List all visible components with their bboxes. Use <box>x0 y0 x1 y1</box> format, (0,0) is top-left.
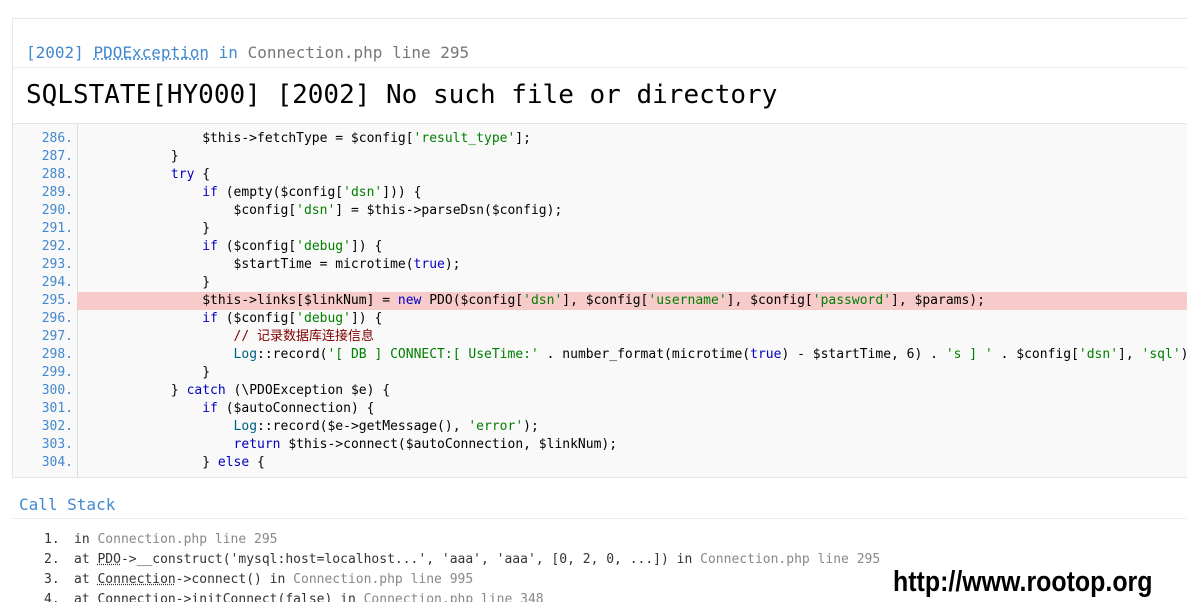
info-divider <box>13 67 1187 68</box>
exception-class-link[interactable]: PDOException <box>93 43 209 62</box>
source-line: 296. if ($config['debug']) { <box>13 310 1187 328</box>
line-number: 302. <box>13 418 77 436</box>
source-line: 303. return $this->connect($autoConnecti… <box>13 436 1187 454</box>
line-number: 299. <box>13 364 77 382</box>
line-number: 303. <box>13 436 77 454</box>
in-label: in <box>218 43 238 62</box>
call-stack-item: 1. in Connection.php line 295 <box>44 530 1184 550</box>
line-code: } <box>77 275 211 290</box>
line-number: 287. <box>13 148 77 166</box>
source-line: 291. } <box>13 220 1187 238</box>
stack-number: 3. <box>44 572 60 587</box>
exception-panel: [2002] PDOException in Connection.php li… <box>12 18 1187 478</box>
exception-message: SQLSTATE[HY000] [2002] No such file or d… <box>26 80 778 110</box>
line-number: 293. <box>13 256 77 274</box>
source-line: 301. if ($autoConnection) { <box>13 400 1187 418</box>
line-code: if ($config['debug']) { <box>202 239 383 254</box>
source-line: 302. Log::record($e->getMessage(), 'erro… <box>13 418 1187 436</box>
stack-class-link[interactable]: Connection <box>97 592 175 602</box>
source-line: 294. } <box>13 274 1187 292</box>
source-line: 297. // 记录数据库连接信息 <box>13 328 1187 346</box>
line-code: return $this->connect($autoConnection, $… <box>233 437 618 452</box>
line-number: 286. <box>13 130 77 148</box>
source-line: 293. $startTime = microtime(true); <box>13 256 1187 274</box>
call-stack-divider <box>12 518 1187 519</box>
stack-file[interactable]: Connection.php line 348 <box>364 592 544 602</box>
source-line: 286. $this->fetchType = $config['result_… <box>13 130 1187 148</box>
line-code: $config['dsn'] = $this->parseDsn($config… <box>77 203 563 218</box>
source-line: 304. } else { <box>13 454 1187 472</box>
line-code: if ($autoConnection) { <box>202 401 375 416</box>
source-line: 289. if (empty($config['dsn'])) { <box>13 184 1187 202</box>
stack-file[interactable]: Connection.php line 295 <box>97 532 277 547</box>
line-code: } else { <box>77 455 265 470</box>
line-code: // 记录数据库连接信息 <box>233 329 375 344</box>
line-number: 298. <box>13 346 77 364</box>
line-code: $startTime = microtime(true); <box>77 257 461 272</box>
stack-file[interactable]: Connection.php line 295 <box>700 552 880 567</box>
source-line: 288. try { <box>13 166 1187 184</box>
source-code-block: 286. $this->fetchType = $config['result_… <box>13 123 1187 477</box>
source-line: 298. Log::record('[ DB ] CONNECT:[ UseTi… <box>13 346 1187 364</box>
error-code: [2002] <box>26 43 84 62</box>
line-code: } <box>77 149 179 164</box>
source-line: 295. $this->links[$linkNum] = new PDO($c… <box>13 292 1187 310</box>
line-code: try { <box>170 167 211 182</box>
stack-class-link[interactable]: PDO <box>97 552 120 567</box>
line-code: if ($config['debug']) { <box>202 311 383 326</box>
line-code: $this->links[$linkNum] = new PDO($config… <box>77 293 985 308</box>
line-code: Log::record('[ DB ] CONNECT:[ UseTime:' … <box>233 347 1187 362</box>
line-code: } <box>77 221 211 236</box>
stack-number: 2. <box>44 552 60 567</box>
line-number: 300. <box>13 382 77 400</box>
line-number: 292. <box>13 238 77 256</box>
source-line: 300. } catch (\PDOException $e) { <box>13 382 1187 400</box>
stack-file[interactable]: Connection.php line 995 <box>293 572 473 587</box>
line-number: 296. <box>13 310 77 328</box>
stack-class-link[interactable]: Connection <box>97 572 175 587</box>
watermark: http://www.rootop.org <box>893 566 1153 598</box>
line-code: if (empty($config['dsn'])) { <box>202 185 422 200</box>
line-code: } catch (\PDOException $e) { <box>77 383 391 398</box>
line-number: 304. <box>13 454 77 472</box>
line-number: 295. <box>13 292 77 310</box>
source-line: 290. $config['dsn'] = $this->parseDsn($c… <box>13 202 1187 220</box>
line-code: $this->fetchType = $config['result_type'… <box>77 131 531 146</box>
line-number: 288. <box>13 166 77 184</box>
line-code: } <box>77 365 211 380</box>
line-number: 290. <box>13 202 77 220</box>
call-stack-title: Call Stack <box>19 495 116 514</box>
line-number: 297. <box>13 328 77 346</box>
exception-info: [2002] PDOException in Connection.php li… <box>13 41 1187 65</box>
source-line: 299. } <box>13 364 1187 382</box>
stack-number: 1. <box>44 532 60 547</box>
stack-number: 4. <box>44 592 60 602</box>
source-line: 292. if ($config['debug']) { <box>13 238 1187 256</box>
line-number: 291. <box>13 220 77 238</box>
line-number: 294. <box>13 274 77 292</box>
line-number: 301. <box>13 400 77 418</box>
line-number: 289. <box>13 184 77 202</box>
source-line: 287. } <box>13 148 1187 166</box>
exception-file[interactable]: Connection.php line 295 <box>248 43 470 62</box>
line-code: Log::record($e->getMessage(), 'error'); <box>233 419 539 434</box>
